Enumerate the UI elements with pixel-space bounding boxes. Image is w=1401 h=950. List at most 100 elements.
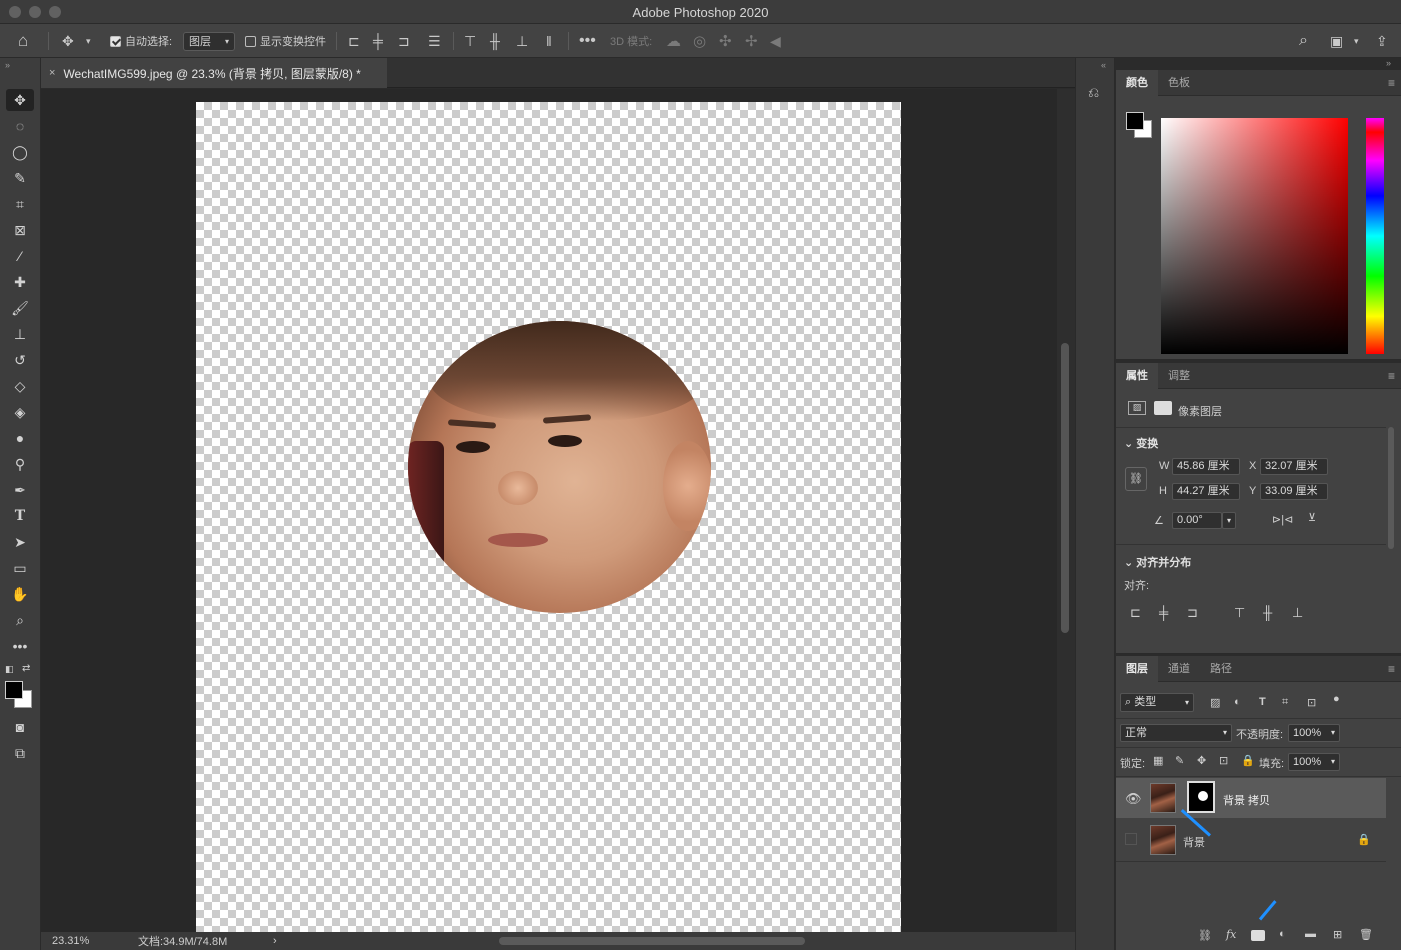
- eraser-tool-icon[interactable]: ◇: [6, 375, 34, 397]
- 3d-pan-icon[interactable]: ✣: [719, 24, 732, 58]
- mask-icon[interactable]: [1154, 401, 1172, 415]
- move-tool-preset-icon[interactable]: ✥: [62, 24, 74, 58]
- status-more-button[interactable]: ›: [273, 935, 277, 947]
- tab-layers[interactable]: 图层: [1116, 655, 1158, 682]
- filter-smart-object-icon[interactable]: ⊡: [1307, 696, 1316, 709]
- auto-select-dropdown[interactable]: 图层 ▾: [183, 31, 235, 51]
- align-distribute-section[interactable]: ⌄ 对齐并分布: [1124, 554, 1191, 570]
- healing-brush-tool-icon[interactable]: ✚: [6, 271, 34, 293]
- edit-toolbar-icon[interactable]: •••: [6, 635, 34, 657]
- layer-mask-thumbnail[interactable]: [1187, 781, 1215, 813]
- filter-pixel-icon[interactable]: ▨: [1210, 696, 1220, 709]
- align-middle-v-icon[interactable]: ╫: [490, 24, 500, 58]
- filter-shape-icon[interactable]: ⌗: [1282, 696, 1288, 709]
- layer-thumbnail[interactable]: [1150, 783, 1176, 813]
- trash-icon[interactable]: 🗑: [1359, 928, 1373, 941]
- layer-thumbnail[interactable]: [1150, 825, 1176, 855]
- tab-channels[interactable]: 通道: [1158, 656, 1200, 682]
- chevron-down-icon[interactable]: ▾: [86, 24, 91, 58]
- fx-icon[interactable]: fx: [1226, 928, 1236, 941]
- width-field[interactable]: 45.86 厘米: [1172, 458, 1240, 475]
- horizontal-scrollbar[interactable]: [499, 937, 805, 945]
- y-field[interactable]: 33.09 厘米: [1260, 483, 1328, 500]
- align-top-icon[interactable]: ⊤: [464, 24, 476, 58]
- show-transform-controls-checkbox[interactable]: 显示变换控件: [245, 24, 326, 58]
- lock-pixels-icon[interactable]: ✎: [1175, 754, 1184, 767]
- chevron-down-icon[interactable]: ▾: [1354, 24, 1359, 58]
- foreground-color-swatch[interactable]: [5, 681, 23, 699]
- distribute-v-icon[interactable]: ‖: [546, 24, 552, 58]
- align-top-icon[interactable]: ⊤: [1234, 605, 1245, 621]
- layer-name[interactable]: 背景: [1183, 834, 1205, 850]
- 3d-roll-icon[interactable]: ◎: [693, 24, 706, 58]
- swap-colors-icon[interactable]: ⇄: [22, 663, 30, 674]
- zoom-tool-icon[interactable]: ⌕: [6, 609, 34, 631]
- panel-menu-icon[interactable]: ≡: [1388, 76, 1395, 90]
- align-left-icon[interactable]: ⊏: [348, 24, 360, 58]
- crop-tool-icon[interactable]: ⌗: [6, 193, 34, 215]
- auto-select-checkbox[interactable]: 自动选择:: [110, 24, 172, 58]
- more-options-icon[interactable]: •••: [579, 24, 596, 58]
- align-bottom-icon[interactable]: ⊥: [1292, 605, 1303, 621]
- transform-section[interactable]: ⌄ 变换: [1124, 435, 1158, 451]
- search-icon[interactable]: ⌕: [1299, 24, 1308, 58]
- tab-swatches[interactable]: 色板: [1158, 70, 1200, 96]
- brush-tool-icon[interactable]: 🖌: [6, 297, 34, 319]
- align-left-icon[interactable]: ⊏: [1130, 605, 1141, 621]
- eye-icon[interactable]: 👁: [1125, 791, 1142, 807]
- share-icon[interactable]: ⇪: [1376, 24, 1388, 58]
- add-mask-icon[interactable]: [1251, 930, 1265, 941]
- panel-menu-icon[interactable]: ≡: [1388, 369, 1395, 383]
- document-tab[interactable]: × WechatIMG599.jpeg @ 23.3% (背景 拷贝, 图层蒙版…: [41, 58, 387, 88]
- canvas-area[interactable]: [41, 89, 1057, 932]
- 3d-scale-icon[interactable]: ◀: [770, 24, 781, 58]
- align-right-icon[interactable]: ⊐: [1187, 605, 1198, 621]
- angle-field[interactable]: 0.00°: [1172, 512, 1222, 529]
- filter-type-icon[interactable]: T: [1259, 696, 1266, 708]
- link-layers-icon[interactable]: ⛓: [1198, 929, 1212, 942]
- pixel-layer-icon[interactable]: ▨: [1128, 401, 1146, 415]
- tab-properties[interactable]: 属性: [1116, 362, 1158, 389]
- foreground-color-swatch[interactable]: [1126, 112, 1144, 130]
- color-field[interactable]: [1161, 118, 1348, 354]
- align-center-h-icon[interactable]: ╪: [373, 24, 383, 58]
- filter-adjustment-icon[interactable]: ◐: [1234, 696, 1241, 708]
- visibility-toggle[interactable]: [1125, 833, 1137, 845]
- layer-row-background[interactable]: 背景 🔒: [1116, 820, 1386, 860]
- screen-mode-icon[interactable]: ⧉: [6, 742, 34, 764]
- stamp-tool-icon[interactable]: ⊥: [6, 323, 34, 345]
- tab-paths[interactable]: 路径: [1200, 656, 1242, 682]
- path-select-tool-icon[interactable]: ➤: [6, 531, 34, 553]
- rectangle-tool-icon[interactable]: ▭: [6, 557, 34, 579]
- opacity-field[interactable]: 100% ▾: [1288, 724, 1340, 742]
- eyedropper-tool-icon[interactable]: ⁄: [6, 245, 34, 267]
- layer-filter-dropdown[interactable]: ⌕ 类型 ▾: [1120, 693, 1194, 712]
- lock-artboard-icon[interactable]: ⊡: [1219, 754, 1228, 767]
- adjustment-layer-icon[interactable]: ◐: [1279, 928, 1286, 940]
- chevron-down-icon[interactable]: ▾: [1222, 512, 1236, 529]
- hue-slider[interactable]: [1366, 118, 1384, 354]
- paint-bucket-tool-icon[interactable]: ◈: [6, 401, 34, 423]
- align-middle-v-icon[interactable]: ╫: [1263, 605, 1272, 620]
- checkbox-checked[interactable]: [110, 35, 121, 47]
- hand-tool-icon[interactable]: ✋: [6, 583, 34, 605]
- link-icon[interactable]: ⛓: [1125, 467, 1147, 491]
- dodge-tool-icon[interactable]: ⚲: [6, 453, 34, 475]
- zoom-level[interactable]: 23.31%: [52, 935, 89, 947]
- fill-field[interactable]: 100% ▾: [1288, 753, 1340, 771]
- history-brush-tool-icon[interactable]: ↺: [6, 349, 34, 371]
- collapse-panels-icon[interactable]: »: [1386, 58, 1391, 68]
- blend-mode-dropdown[interactable]: 正常 ▾: [1120, 724, 1232, 742]
- align-right-icon[interactable]: ⊐: [398, 24, 410, 58]
- quick-mask-icon[interactable]: ◙: [6, 716, 34, 738]
- marquee-tool-icon[interactable]: ◌: [6, 115, 34, 137]
- pen-tool-icon[interactable]: ✒: [6, 479, 34, 501]
- tab-adjustments[interactable]: 调整: [1158, 363, 1200, 389]
- close-icon[interactable]: ×: [49, 67, 55, 79]
- 3d-orbit-icon[interactable]: ☁: [666, 24, 681, 58]
- home-icon[interactable]: ⌂: [18, 24, 28, 58]
- distribute-icon[interactable]: ☰: [428, 24, 441, 58]
- panel-menu-icon[interactable]: ≡: [1388, 662, 1395, 676]
- folder-icon[interactable]: ▬: [1305, 928, 1316, 940]
- history-panel-icon[interactable]: ⎌: [1088, 84, 1099, 101]
